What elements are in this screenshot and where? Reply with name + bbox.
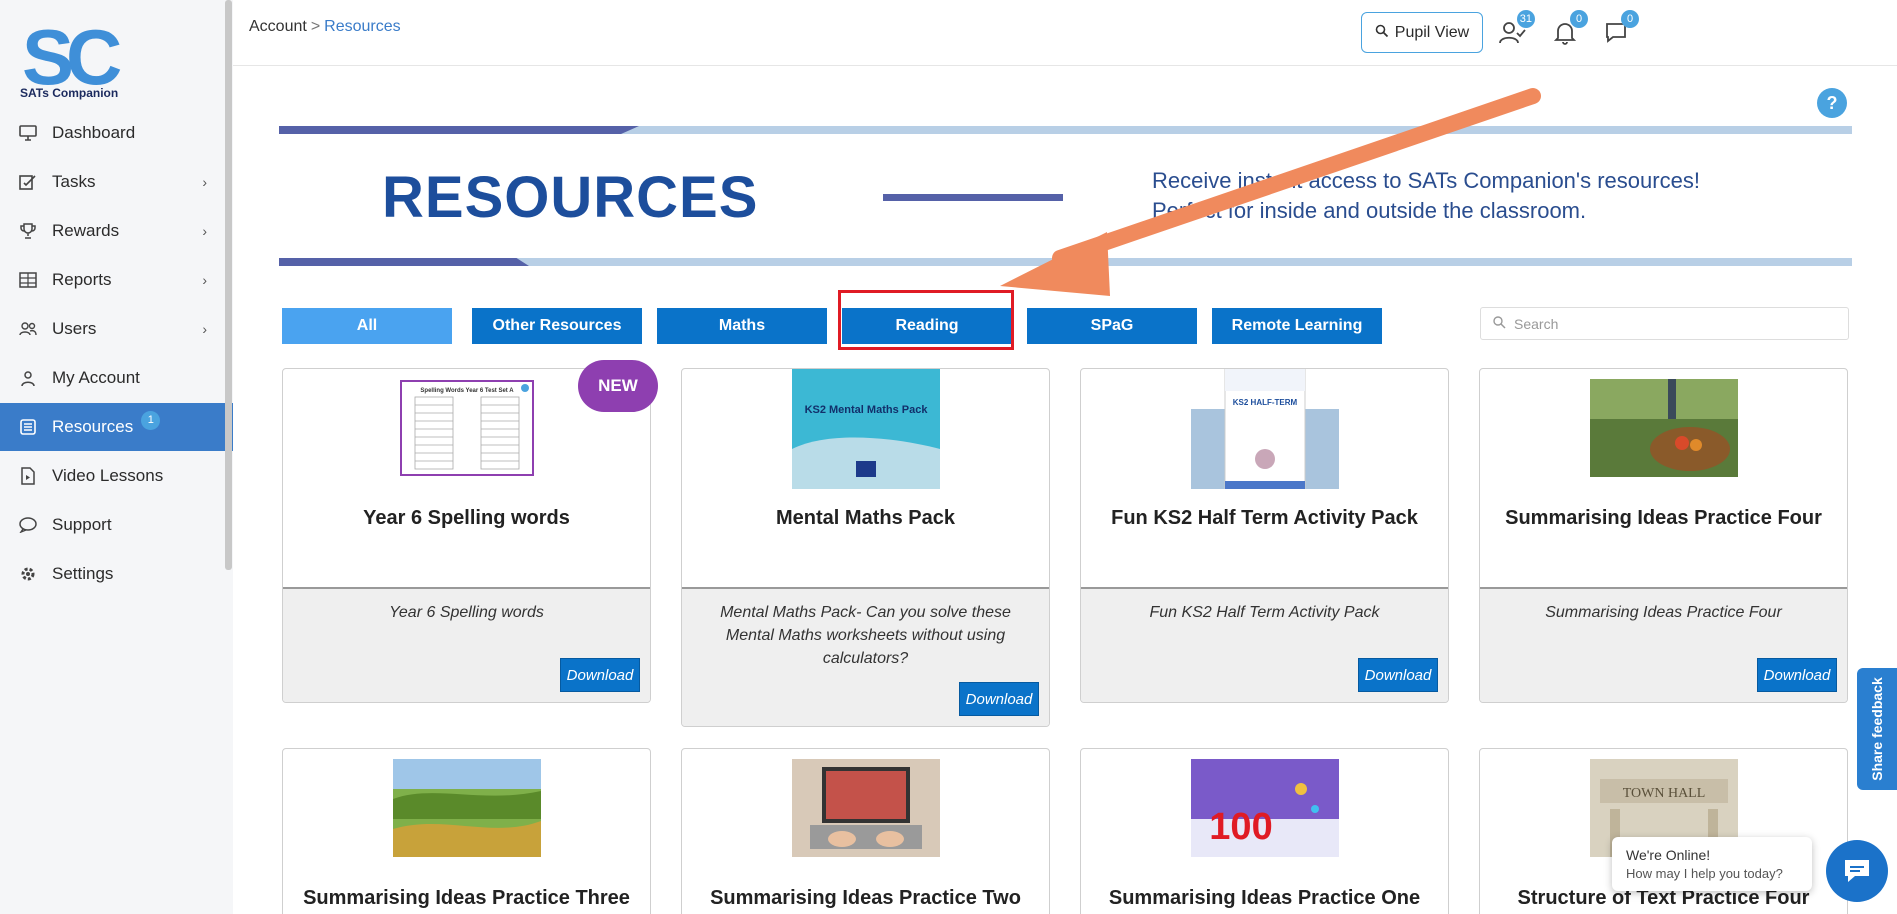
chat-greeting-line2: How may I help you today? <box>1626 866 1783 881</box>
share-feedback-label: Share feedback <box>1869 677 1885 781</box>
share-feedback-tab[interactable]: Share feedback <box>1857 668 1897 790</box>
chat-greeting-bubble[interactable]: We're Online! How may I help you today? <box>1612 837 1812 891</box>
chat-greeting-line1: We're Online! <box>1626 847 1711 863</box>
annotation-arrow <box>1000 88 1541 296</box>
chat-icon <box>1845 860 1869 882</box>
chat-launcher-button[interactable] <box>1826 840 1888 902</box>
